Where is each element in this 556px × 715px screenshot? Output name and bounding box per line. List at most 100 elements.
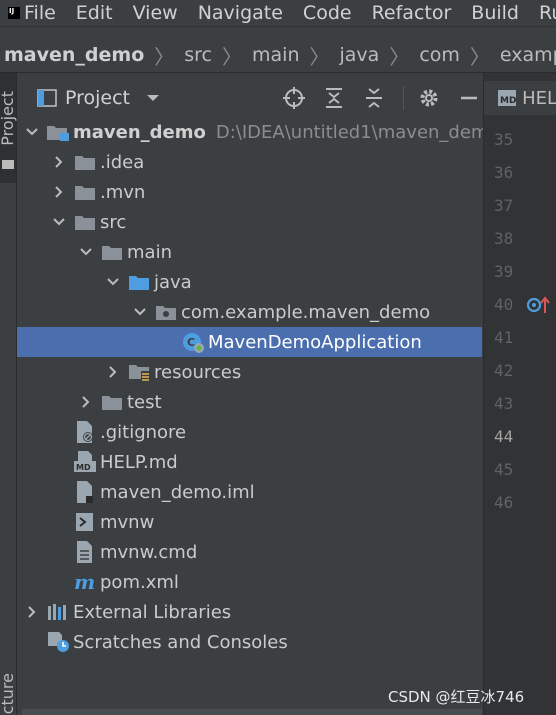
- breadcrumb-item[interactable]: java: [338, 44, 382, 66]
- chevron-right-icon: 〉: [222, 44, 243, 69]
- gutter-line[interactable]: 39: [484, 255, 556, 288]
- gear-icon: [420, 89, 438, 107]
- gutter-line[interactable]: 36: [484, 156, 556, 189]
- chevron-right-icon[interactable]: [25, 605, 39, 619]
- tree-item[interactable]: com.example.maven_demo: [17, 297, 482, 327]
- tree-item-label: java: [154, 271, 192, 293]
- tree-item[interactable]: mvnw.cmd: [17, 537, 482, 567]
- gutter-line[interactable]: 37: [484, 189, 556, 222]
- folder-icon: [74, 211, 96, 233]
- chevron-down-icon[interactable]: [133, 305, 147, 319]
- menu-view[interactable]: View: [133, 2, 178, 24]
- gutter-line[interactable]: 40: [484, 288, 556, 321]
- collapse-all-icon: [366, 88, 382, 108]
- chevron-down-icon[interactable]: [25, 125, 39, 139]
- menu-navigate[interactable]: Navigate: [198, 2, 283, 24]
- collapse-all-button[interactable]: [363, 87, 385, 109]
- folder-icon: [101, 391, 123, 413]
- tree-item[interactable]: maven_demo D:\IDEA\untitled1\maven_demo: [17, 117, 499, 147]
- gutter-line[interactable]: 41: [484, 321, 556, 354]
- menu-bar: IJ File Edit View Navigate Code Refactor Build…: [0, 0, 556, 27]
- spring-boot-class-icon: C: [182, 331, 204, 353]
- line-number: 46: [494, 493, 514, 512]
- tree-item[interactable]: src: [17, 207, 482, 237]
- tree-item[interactable]: .mvn: [17, 177, 482, 207]
- menu-rur[interactable]: Rur: [539, 2, 556, 24]
- markdown-file-icon: MD: [498, 90, 517, 106]
- minimize-icon: [461, 96, 477, 100]
- line-number: 43: [494, 394, 514, 413]
- implementing-method-icon[interactable]: [526, 295, 552, 319]
- module-path: D:\IDEA\untitled1\maven_demo: [215, 121, 500, 143]
- menu-refactor[interactable]: Refactor: [372, 2, 452, 24]
- tree-item[interactable]: maven_demo.iml: [17, 477, 482, 507]
- chevron-down-icon[interactable]: [146, 93, 160, 103]
- left-tool-strip: Project cture: [0, 73, 17, 715]
- menu-edit[interactable]: Edit: [76, 2, 113, 24]
- gutter-line[interactable]: 45: [484, 453, 556, 486]
- chevron-right-icon[interactable]: [52, 155, 66, 169]
- project-tool-tab[interactable]: Project: [0, 73, 17, 183]
- settings-button[interactable]: [418, 87, 440, 109]
- tree-item[interactable]: MD HELP.md: [17, 447, 482, 477]
- gutter-line[interactable]: 35: [484, 123, 556, 156]
- gutter-line[interactable]: 44: [484, 420, 556, 453]
- folder-icon: [101, 241, 123, 263]
- project-view-selector[interactable]: Project: [37, 87, 160, 109]
- text-file-icon: [74, 541, 96, 563]
- svg-text:m: m: [74, 571, 95, 593]
- gutter-line[interactable]: 46: [484, 486, 556, 519]
- gutter-line[interactable]: 38: [484, 222, 556, 255]
- gutter-line[interactable]: 42: [484, 354, 556, 387]
- chevron-down-icon[interactable]: [52, 215, 66, 229]
- crosshair-icon: [283, 87, 305, 109]
- editor-tab-icon-text: MD: [500, 96, 516, 106]
- chevron-down-icon[interactable]: [106, 275, 120, 289]
- tree-item-label: maven_demo.iml: [100, 481, 255, 503]
- tree-item[interactable]: External Libraries: [17, 597, 482, 627]
- maven-icon: m: [74, 571, 96, 593]
- tree-item[interactable]: m pom.xml: [17, 567, 482, 597]
- menu-build[interactable]: Build: [471, 2, 519, 24]
- tree-item[interactable]: resources: [17, 357, 482, 387]
- watermark: CSDN @红豆冰746: [388, 688, 525, 706]
- tree-item[interactable]: test: [17, 387, 482, 417]
- structure-tool-label[interactable]: cture: [0, 673, 17, 714]
- tree-item[interactable]: java: [17, 267, 482, 297]
- hide-panel-button[interactable]: [458, 87, 480, 109]
- breadcrumb-item[interactable]: src: [182, 44, 214, 66]
- tree-item[interactable]: Scratches and Consoles: [17, 627, 482, 657]
- expand-all-button[interactable]: [323, 87, 345, 109]
- menu-file[interactable]: File: [24, 2, 56, 24]
- breadcrumb-item[interactable]: main: [250, 44, 301, 66]
- select-opened-file-button[interactable]: [283, 87, 305, 109]
- line-number: 41: [494, 328, 514, 347]
- project-tree: maven_demo D:\IDEA\untitled1\maven_demo .i…: [17, 117, 499, 657]
- tree-item-label: src: [100, 211, 127, 233]
- line-number: 35: [494, 130, 514, 149]
- chevron-down-icon[interactable]: [79, 245, 93, 259]
- horizontal-scrollbar[interactable]: [22, 709, 482, 715]
- chevron-right-icon: 〉: [309, 44, 330, 69]
- line-number: 44: [494, 427, 514, 446]
- chevron-right-icon[interactable]: [106, 365, 120, 379]
- project-tool-label: Project: [0, 91, 17, 146]
- breadcrumb-item[interactable]: com: [417, 44, 462, 66]
- tree-item[interactable]: .idea: [17, 147, 482, 177]
- chevron-right-icon[interactable]: [79, 395, 93, 409]
- breadcrumb-item[interactable]: maven_demo: [0, 44, 146, 66]
- menu-code[interactable]: Code: [303, 2, 352, 24]
- tree-item[interactable]: main: [17, 237, 482, 267]
- chevron-right-icon: 〉: [389, 44, 410, 69]
- tree-item[interactable]: .gitignore: [17, 417, 482, 447]
- tree-item[interactable]: C MavenDemoApplication: [17, 327, 482, 357]
- project-view-icon: [37, 89, 57, 107]
- editor-tab[interactable]: MD HEL: [484, 81, 556, 115]
- gutter-line[interactable]: 43: [484, 387, 556, 420]
- tree-item[interactable]: mvnw: [17, 507, 482, 537]
- chevron-right-icon[interactable]: [52, 185, 66, 199]
- breadcrumb-item[interactable]: example: [498, 44, 556, 66]
